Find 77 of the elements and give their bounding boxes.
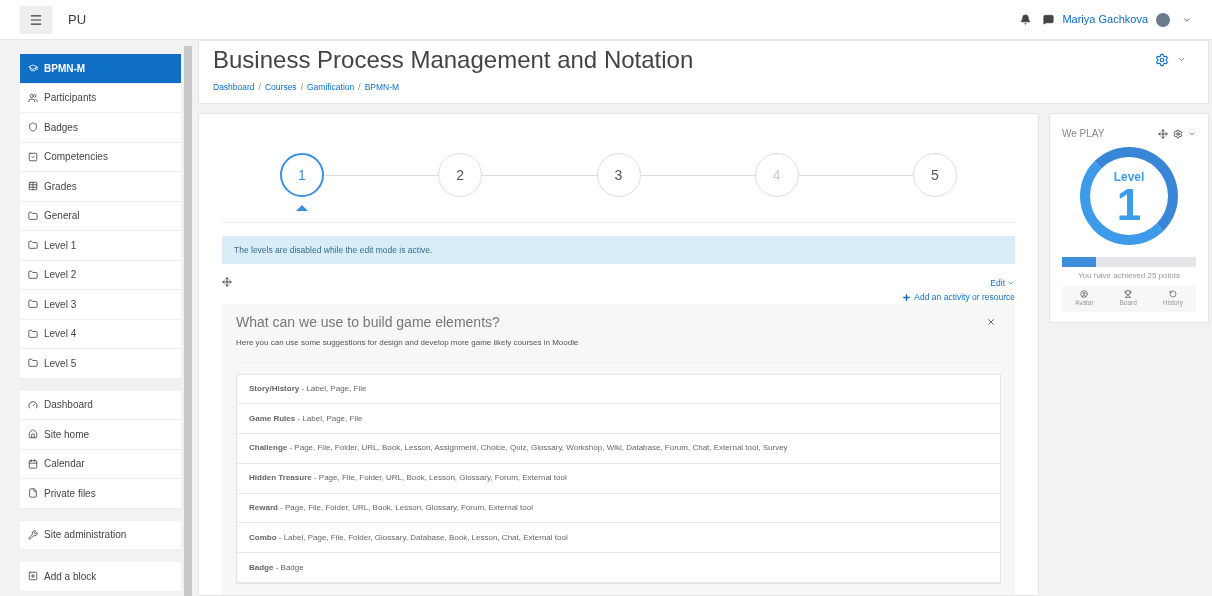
pointer-icon bbox=[296, 205, 308, 211]
folder-icon bbox=[28, 358, 38, 369]
breadcrumb-link[interactable]: Courses bbox=[264, 81, 297, 94]
breadcrumb-separator: / bbox=[300, 81, 303, 94]
history-icon bbox=[1168, 290, 1177, 298]
suggestion-row: Story/History - Label, Page, File bbox=[237, 374, 1000, 405]
breadcrumb-link[interactable]: Gamification bbox=[307, 81, 355, 94]
sidebar-item[interactable]: Level 4 bbox=[20, 319, 181, 349]
move-icon[interactable] bbox=[222, 277, 232, 287]
plus-icon bbox=[902, 292, 912, 302]
wrench-icon bbox=[28, 529, 38, 540]
table-icon bbox=[28, 181, 38, 192]
level-number: 1 bbox=[1116, 183, 1142, 227]
menu-button[interactable] bbox=[20, 5, 52, 34]
trophy-icon bbox=[1124, 290, 1133, 298]
suggestion-row: Challenge - Page, File, Folder, URL, Book, Lesson, Assignment, Choice, Quiz, Glossary, Workshop, Wiki, Database, Forum, Chat, External tool, Survey bbox=[237, 434, 1000, 464]
bell-icon[interactable] bbox=[1020, 14, 1032, 25]
user-icon bbox=[1080, 290, 1089, 298]
section-subtitle: Here you can use some suggestions for design and develop more game likely courses in Moodle bbox=[236, 336, 580, 349]
file-icon bbox=[28, 488, 38, 499]
suggestion-row: Combo - Label, Page, File, Folder, Glossary, Database, Book, Lesson, Chat, External tool bbox=[237, 523, 1000, 554]
page-title: Business Process Management and Notation bbox=[213, 45, 694, 75]
sidebar-item[interactable]: Level 3 bbox=[20, 290, 181, 320]
section-title: What can we use to build game elements? bbox=[236, 312, 500, 332]
sidebar-item[interactable]: Site home bbox=[20, 420, 181, 450]
notice-banner: The levels are disabled while the edit mode is active. bbox=[222, 236, 1015, 264]
sidebar-item[interactable]: General bbox=[20, 201, 181, 231]
sidebar-item[interactable]: Private files bbox=[20, 479, 181, 509]
graduation-cap-icon bbox=[28, 63, 38, 74]
breadcrumb-link[interactable]: Dashboard bbox=[213, 81, 255, 94]
sidebar-item[interactable]: Badges bbox=[20, 113, 181, 143]
breadcrumb-separator: / bbox=[258, 81, 261, 94]
sidebar-item[interactable]: Participants bbox=[20, 83, 181, 113]
menu-icon bbox=[29, 12, 43, 27]
gauge-icon bbox=[28, 399, 38, 410]
chat-icon[interactable] bbox=[1043, 14, 1055, 25]
breadcrumb-link[interactable]: BPMN-M bbox=[364, 81, 400, 94]
sidebar-item[interactable]: Dashboard bbox=[20, 390, 181, 420]
points-text: You have achieved 25 points bbox=[1077, 270, 1181, 282]
sidebar-item[interactable]: Grades bbox=[20, 172, 181, 202]
add-activity-link[interactable]: Add an activity or resource bbox=[902, 290, 1015, 304]
avatar-icon[interactable] bbox=[1156, 12, 1170, 27]
folder-icon bbox=[28, 269, 38, 280]
suggestion-row: Reward - Page, File, Folder, URL, Book, Lesson, Glossary, Forum, External tool bbox=[237, 493, 1000, 524]
level-label: Level bbox=[1113, 171, 1145, 183]
sidebar-item[interactable]: Add a block bbox=[20, 562, 181, 592]
checkbox-icon bbox=[28, 151, 38, 162]
sidebar-item[interactable]: BPMN-M bbox=[20, 54, 181, 84]
settings-icon[interactable] bbox=[1173, 128, 1183, 139]
home-icon bbox=[28, 429, 38, 440]
site-name[interactable]: PU bbox=[68, 9, 87, 30]
settings-icon[interactable] bbox=[1155, 53, 1169, 67]
suggestion-row: Badge - Badge bbox=[237, 553, 1000, 584]
calendar-icon bbox=[28, 458, 38, 469]
folder-icon bbox=[28, 328, 38, 339]
sidebar-item[interactable]: Site administration bbox=[20, 520, 181, 550]
sidebar-item[interactable]: Competencies bbox=[20, 142, 181, 172]
sidebar-item[interactable]: Level 2 bbox=[20, 260, 181, 290]
breadcrumb-separator: / bbox=[358, 81, 361, 94]
users-icon bbox=[28, 92, 38, 103]
sidebar-item[interactable]: Level 1 bbox=[20, 231, 181, 261]
scrollbar[interactable] bbox=[184, 46, 192, 596]
shield-icon bbox=[28, 122, 38, 133]
edit-link[interactable]: Edit bbox=[990, 277, 1015, 290]
sidebar-item[interactable]: Level 5 bbox=[20, 349, 181, 379]
sidebar-item[interactable]: Calendar bbox=[20, 449, 181, 479]
folder-icon bbox=[28, 299, 38, 310]
suggestion-row: Game Rules - Label, Page, File bbox=[237, 404, 1000, 435]
move-icon[interactable] bbox=[1158, 128, 1168, 139]
suggestion-row: Hidden Treasure - Page, File, Folder, URL, Book, Lesson, Glossary, Forum, External tool bbox=[237, 463, 1000, 494]
block-title: We PLAY bbox=[1062, 127, 1105, 141]
close-icon[interactable] bbox=[986, 317, 996, 327]
folder-icon bbox=[28, 240, 38, 251]
plus-square-icon bbox=[28, 571, 38, 582]
caret-icon[interactable] bbox=[1177, 55, 1186, 64]
folder-icon bbox=[28, 210, 38, 221]
user-name[interactable]: Mariya Gachkova bbox=[1062, 11, 1148, 28]
